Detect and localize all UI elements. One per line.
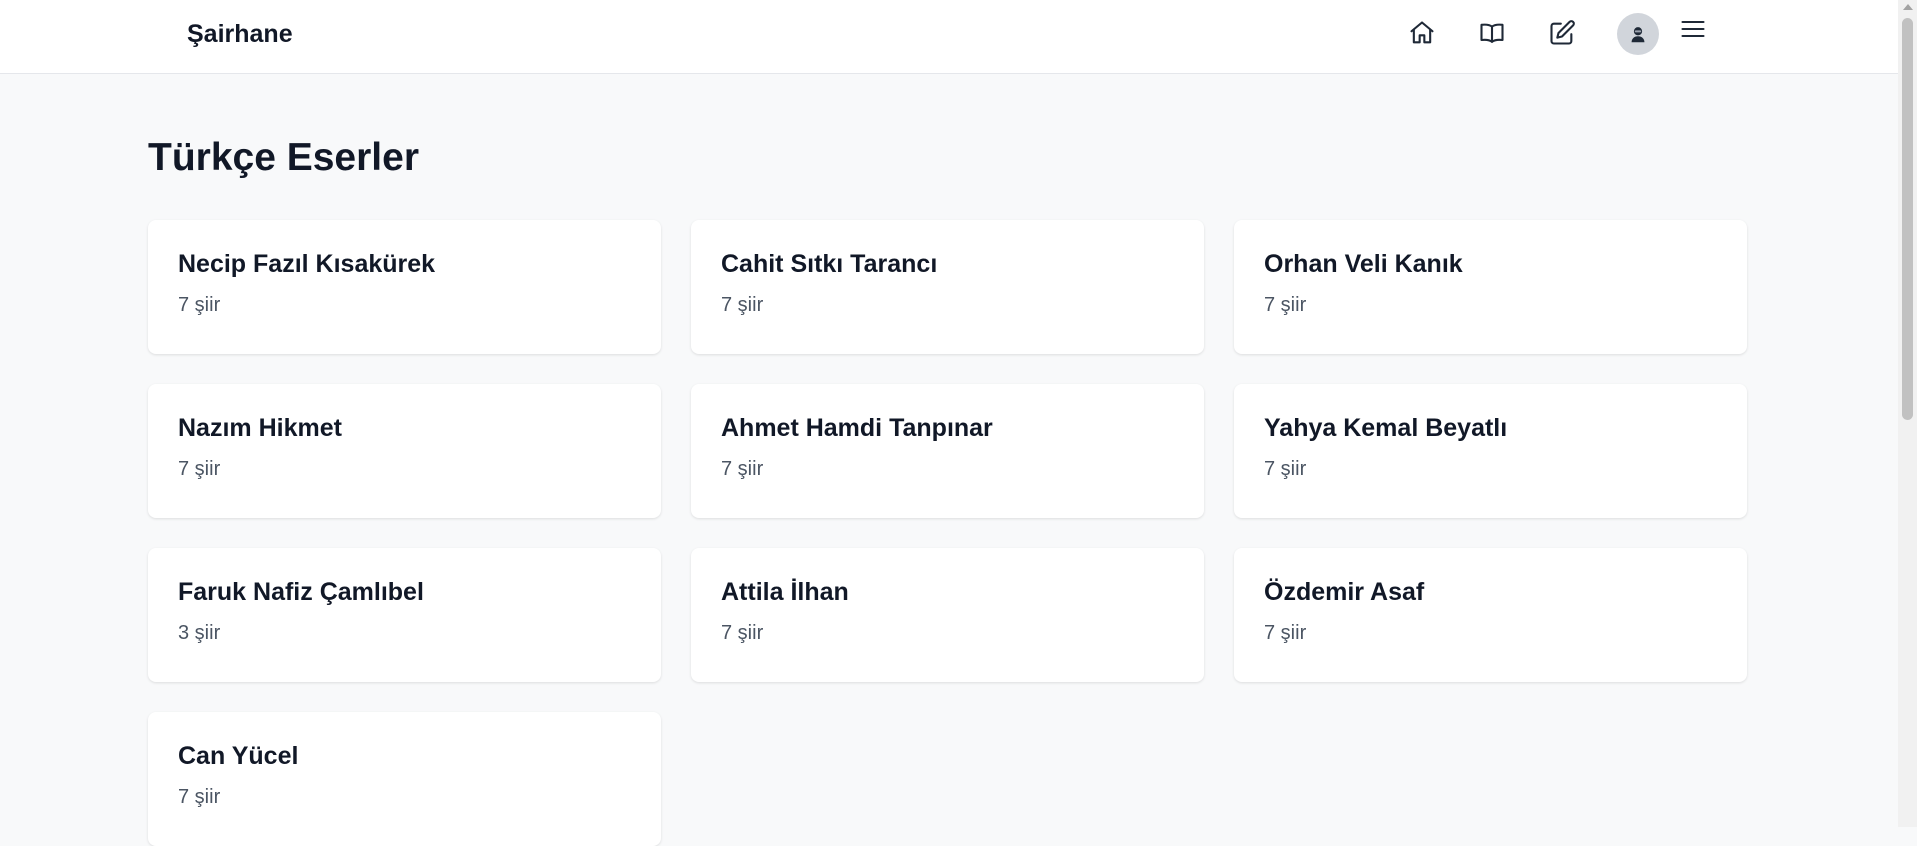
poem-count: 3 şiir [178,622,221,644]
poem-count: 7 şiir [721,622,764,644]
poet-name: Yahya Kemal Beyatlı [1264,414,1508,442]
poet-name: Özdemir Asaf [1264,578,1425,606]
poet-name: Can Yücel [178,742,299,770]
scrollbar-thumb[interactable] [1902,18,1913,420]
book-icon[interactable] [1477,18,1507,48]
poet-card[interactable]: Can Yücel 7 şiir [148,712,661,846]
poem-count: 7 şiir [1264,458,1307,480]
poet-name: Attila İlhan [721,578,849,606]
poet-card[interactable]: Ahmet Hamdi Tanpınar 7 şiir [691,384,1204,518]
menu-icon[interactable] [1678,14,1708,44]
avatar[interactable] [1617,13,1659,55]
poem-count: 7 şiir [721,294,764,316]
poet-card[interactable]: Attila İlhan 7 şiir [691,548,1204,682]
poem-count: 7 şiir [178,294,221,316]
brand-logo[interactable]: Şairhane [187,19,293,49]
poet-name: Cahit Sıtkı Tarancı [721,250,938,278]
page-title: Türkçe Eserler [148,136,420,179]
poet-name: Faruk Nafiz Çamlıbel [178,578,424,606]
poet-card[interactable]: Faruk Nafiz Çamlıbel 3 şiir [148,548,661,682]
poet-card[interactable]: Nazım Hikmet 7 şiir [148,384,661,518]
poet-name: Nazım Hikmet [178,414,342,442]
top-navbar: Şairhane [0,0,1898,74]
poem-count: 7 şiir [1264,622,1307,644]
poet-name: Ahmet Hamdi Tanpınar [721,414,993,442]
poet-grid: Necip Fazıl Kısakürek 7 şiir Cahit Sıtkı… [148,220,1748,846]
poem-count: 7 şiir [1264,294,1307,316]
poet-name: Necip Fazıl Kısakürek [178,250,436,278]
poet-card[interactable]: Necip Fazıl Kısakürek 7 şiir [148,220,661,354]
poem-count: 7 şiir [721,458,764,480]
poet-card[interactable]: Orhan Veli Kanık 7 şiir [1234,220,1747,354]
home-icon[interactable] [1407,18,1437,48]
poem-count: 7 şiir [178,458,221,480]
poet-card[interactable]: Cahit Sıtkı Tarancı 7 şiir [691,220,1204,354]
avatar-icon [1631,27,1645,43]
poem-count: 7 şiir [178,786,221,808]
edit-icon[interactable] [1547,18,1577,48]
poet-card[interactable]: Özdemir Asaf 7 şiir [1234,548,1747,682]
poet-card[interactable]: Yahya Kemal Beyatlı 7 şiir [1234,384,1747,518]
vertical-scrollbar[interactable] [1898,0,1917,827]
poet-name: Orhan Veli Kanık [1264,250,1463,278]
scroll-up-arrow-icon[interactable] [1903,4,1913,10]
